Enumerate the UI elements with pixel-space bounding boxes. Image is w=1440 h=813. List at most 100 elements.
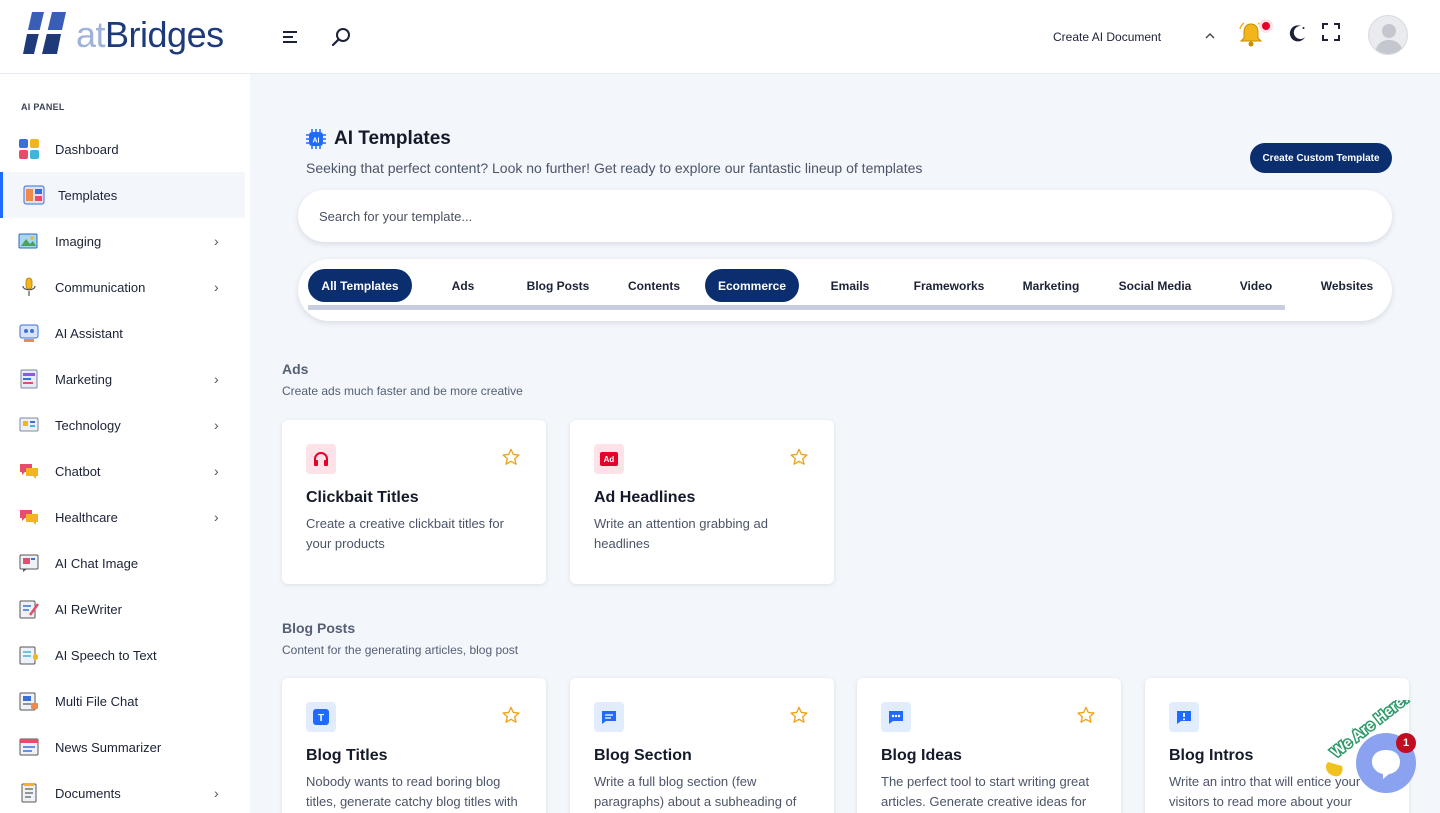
top-header: atBridges Create AI Document	[0, 0, 1440, 74]
category-tabs: All Templates Ads Blog Posts Contents Ec…	[298, 259, 1392, 321]
chevron-right-icon: ›	[214, 463, 219, 479]
sidebar-item-dashboard[interactable]: Dashboard	[0, 126, 245, 172]
favorite-star-icon[interactable]	[1077, 706, 1095, 724]
sidebar-item-chatbot[interactable]: Chatbot ›	[0, 448, 245, 494]
card-title: Blog Section	[594, 747, 692, 764]
sidebar-item-technology[interactable]: Technology ›	[0, 402, 245, 448]
ad-icon: Ad	[594, 444, 624, 474]
sidebar-item-marketing[interactable]: Marketing ›	[0, 356, 245, 402]
create-ai-document-button[interactable]: Create AI Document	[1053, 30, 1161, 44]
sidebar: AI PANEL Dashboard Templates Imaging › C…	[0, 74, 250, 813]
card-title: Blog Titles	[306, 747, 388, 764]
section-subtitle-ads: Create ads much faster and be more creat…	[282, 384, 523, 398]
page-title-block: AI AI Templates	[306, 128, 451, 150]
waving-hand-icon	[1326, 762, 1343, 777]
sidebar-item-documents[interactable]: Documents ›	[0, 770, 245, 813]
favorite-star-icon[interactable]	[790, 706, 808, 724]
file-chat-icon	[19, 692, 38, 711]
card-description: The perfect tool to start writing great …	[881, 774, 1090, 809]
tab-ads[interactable]: Ads	[418, 269, 508, 302]
favorite-star-icon[interactable]	[502, 706, 520, 724]
panel-label: AI PANEL	[21, 102, 65, 112]
tab-contents[interactable]: Contents	[609, 269, 699, 302]
tab-frameworks[interactable]: Frameworks	[899, 269, 999, 302]
favorite-star-icon[interactable]	[502, 448, 520, 466]
favorite-star-icon[interactable]	[790, 448, 808, 466]
chevron-right-icon: ›	[214, 509, 219, 525]
template-search-input[interactable]	[319, 208, 1319, 224]
tab-all-templates[interactable]: All Templates	[308, 269, 412, 302]
sidebar-item-ai-chat-image[interactable]: AI Chat Image	[0, 540, 245, 586]
card-title: Ad Headlines	[594, 489, 696, 506]
imaging-icon	[18, 233, 38, 249]
sidebar-item-templates[interactable]: Templates	[0, 172, 245, 218]
healthcare-icon	[20, 510, 38, 525]
tab-websites[interactable]: Websites	[1302, 269, 1392, 302]
chatbot-icon	[20, 464, 38, 479]
user-avatar[interactable]	[1368, 15, 1408, 55]
card-description: Write an attention grabbing ad headlines	[594, 516, 768, 551]
tab-blog-posts[interactable]: Blog Posts	[513, 269, 603, 302]
card-title: Blog Intros	[1169, 747, 1254, 764]
template-card-ad-headlines[interactable]: Ad Ad Headlines Write an attention grabb…	[570, 420, 834, 584]
section-title-blog-posts: Blog Posts	[282, 620, 356, 636]
chevron-up-icon[interactable]	[1204, 30, 1216, 45]
ai-chip-icon: AI	[306, 129, 326, 149]
text-icon: T	[306, 702, 336, 732]
tabs-scrollbar[interactable]	[308, 305, 1285, 310]
svg-text:AI: AI	[313, 138, 320, 145]
template-card-blog-titles[interactable]: T Blog Titles Nobody wants to read borin…	[282, 678, 546, 813]
brand-name: atBridges	[76, 14, 224, 55]
template-card-blog-section[interactable]: Blog Section Write a full blog section (…	[570, 678, 834, 813]
sidebar-item-imaging[interactable]: Imaging ›	[0, 218, 245, 264]
notification-dot	[1262, 22, 1270, 30]
page-subtitle: Seeking that perfect content? Look no fu…	[306, 160, 923, 176]
svg-text:T: T	[318, 713, 324, 724]
chevron-right-icon: ›	[214, 233, 219, 249]
dashboard-icon	[19, 139, 39, 159]
tab-video[interactable]: Video	[1211, 269, 1301, 302]
marketing-icon	[20, 369, 38, 389]
chat-image-icon	[19, 554, 39, 572]
sidebar-item-communication[interactable]: Communication ›	[0, 264, 245, 310]
template-card-clickbait-titles[interactable]: Clickbait Titles Create a creative click…	[282, 420, 546, 584]
dots-icon	[881, 702, 911, 732]
template-search-bar	[298, 190, 1392, 242]
tab-social-media[interactable]: Social Media	[1105, 269, 1205, 302]
sidebar-item-ai-rewriter[interactable]: AI ReWriter	[0, 586, 245, 632]
create-custom-template-button[interactable]: Create Custom Template	[1250, 143, 1392, 173]
news-icon	[19, 738, 39, 756]
sidebar-item-news-summarizer[interactable]: News Summarizer	[0, 724, 245, 770]
sidebar-item-ai-speech-to-text[interactable]: AI Speech to Text	[0, 632, 245, 678]
card-description: Create a creative clickbait titles for y…	[306, 516, 504, 551]
menu-toggle-icon[interactable]	[279, 26, 301, 48]
templates-icon	[23, 185, 45, 205]
fullscreen-icon[interactable]	[1322, 23, 1340, 46]
search-icon[interactable]	[330, 26, 352, 48]
section-subtitle-blog-posts: Content for the generating articles, blo…	[282, 643, 519, 657]
tab-emails[interactable]: Emails	[805, 269, 895, 302]
brand-logo[interactable]: atBridges	[22, 8, 242, 62]
card-description: Nobody wants to read boring blog titles,…	[306, 774, 518, 809]
exclamation-icon	[1169, 702, 1199, 732]
tab-ecommerce[interactable]: Ecommerce	[705, 269, 799, 302]
chevron-right-icon: ›	[214, 785, 219, 801]
chevron-right-icon: ›	[214, 371, 219, 387]
section-title-ads: Ads	[282, 361, 309, 377]
dark-mode-toggle-icon[interactable]	[1288, 23, 1308, 48]
technology-icon	[19, 417, 39, 432]
speech-icon	[19, 646, 38, 665]
assistant-icon	[19, 324, 39, 342]
sidebar-item-healthcare[interactable]: Healthcare ›	[0, 494, 245, 540]
microphone-icon	[22, 277, 36, 296]
sidebar-item-multi-file-chat[interactable]: Multi File Chat	[0, 678, 245, 724]
rewriter-icon	[19, 600, 40, 619]
card-title: Clickbait Titles	[306, 489, 419, 506]
tab-marketing[interactable]: Marketing	[1006, 269, 1096, 302]
svg-text:Ad: Ad	[604, 455, 615, 464]
sidebar-item-ai-assistant[interactable]: AI Assistant	[0, 310, 245, 356]
template-card-blog-ideas[interactable]: Blog Ideas The perfect tool to start wri…	[857, 678, 1121, 813]
headphones-icon	[306, 444, 336, 474]
notification-bell-icon[interactable]	[1238, 20, 1264, 53]
card-title: Blog Ideas	[881, 747, 962, 764]
